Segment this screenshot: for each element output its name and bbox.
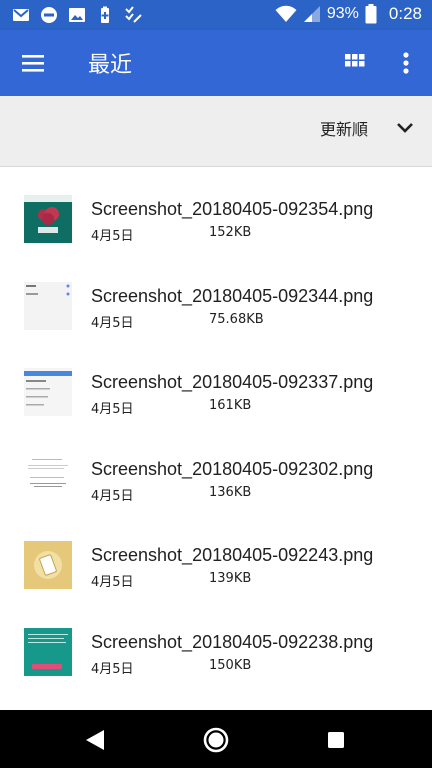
sort-bar: 更新順 bbox=[0, 96, 432, 167]
file-size: 152KB bbox=[209, 225, 252, 240]
file-size: 161KB bbox=[209, 398, 252, 413]
list-item[interactable]: Screenshot_20180405-092302.png 4月5日 136K… bbox=[0, 427, 432, 514]
back-button[interactable] bbox=[80, 724, 112, 756]
grid-icon bbox=[345, 54, 365, 67]
more-options-button[interactable] bbox=[388, 46, 424, 82]
file-date: 4月5日 bbox=[91, 488, 134, 504]
file-thumbnail bbox=[24, 627, 72, 676]
file-date: 4月5日 bbox=[91, 575, 134, 590]
file-name: Screenshot_20180405-092337.png bbox=[91, 372, 374, 392]
back-icon bbox=[86, 730, 104, 750]
file-name: Screenshot_20180405-092344.png bbox=[91, 285, 374, 306]
file-size: 139KB bbox=[209, 571, 252, 586]
file-list: Screenshot_20180405-092354.png 4月5日 152K… bbox=[0, 167, 432, 686]
gmail-icon bbox=[13, 9, 29, 21]
list-item[interactable]: Screenshot_20180405-092243.png 4月5日 139K… bbox=[0, 513, 432, 600]
file-date: 4月5日 bbox=[91, 402, 134, 417]
system-status: 93% 0:28 bbox=[275, 4, 422, 24]
file-date: 4月5日 bbox=[91, 229, 134, 244]
sort-dropdown[interactable]: 更新順 bbox=[320, 116, 414, 140]
photo-icon bbox=[69, 8, 85, 22]
more-vert-icon bbox=[403, 52, 409, 74]
file-size: 150KB bbox=[209, 657, 252, 673]
home-icon bbox=[203, 727, 229, 753]
file-name: Screenshot_20180405-092302.png bbox=[91, 458, 374, 479]
app-bar: 最近 bbox=[0, 30, 432, 96]
list-item[interactable]: Screenshot_20180405-092238.png 4月5日 150K… bbox=[0, 600, 432, 687]
list-item[interactable]: Screenshot_20180405-092344.png 4月5日 75.6… bbox=[0, 254, 432, 341]
file-thumbnail bbox=[24, 281, 72, 330]
signal-icon bbox=[303, 6, 320, 22]
file-thumbnail bbox=[24, 454, 72, 503]
battery-percent: 93% bbox=[326, 5, 359, 22]
file-thumbnail bbox=[24, 368, 72, 416]
file-date: 4月5日 bbox=[91, 315, 134, 331]
file-thumbnail bbox=[24, 195, 72, 243]
notification-icons bbox=[12, 6, 142, 24]
battery-icon bbox=[365, 4, 377, 24]
hamburger-icon bbox=[22, 55, 44, 72]
file-size: 136KB bbox=[209, 484, 252, 500]
file-name: Screenshot_20180405-092354.png bbox=[91, 199, 374, 219]
sort-label: 更新順 bbox=[319, 120, 368, 139]
recents-button[interactable] bbox=[320, 724, 352, 756]
file-name: Screenshot_20180405-092243.png bbox=[91, 545, 374, 565]
wifi-icon bbox=[275, 5, 297, 22]
menu-button[interactable] bbox=[14, 44, 54, 84]
list-item[interactable]: Screenshot_20180405-092337.png 4月5日 161K… bbox=[0, 340, 432, 427]
file-size: 75.68KB bbox=[209, 311, 264, 327]
clock: 0:28 bbox=[388, 4, 422, 23]
checklist-icon bbox=[125, 6, 142, 23]
file-date: 4月5日 bbox=[91, 661, 134, 677]
battery-saver-icon bbox=[101, 6, 109, 23]
grid-view-button[interactable] bbox=[337, 46, 373, 82]
file-name: Screenshot_20180405-092238.png bbox=[91, 631, 374, 652]
file-thumbnail bbox=[24, 541, 72, 589]
chevron-down-icon bbox=[397, 123, 413, 133]
list-item[interactable]: Screenshot_20180405-092354.png 4月5日 152K… bbox=[0, 167, 432, 254]
recents-icon bbox=[328, 732, 344, 748]
status-bar: 93% 0:28 bbox=[0, 0, 432, 30]
home-button[interactable] bbox=[200, 724, 232, 756]
navigation-bar bbox=[0, 710, 432, 768]
do-not-disturb-icon bbox=[41, 7, 57, 23]
page-title: 最近 bbox=[88, 53, 133, 78]
